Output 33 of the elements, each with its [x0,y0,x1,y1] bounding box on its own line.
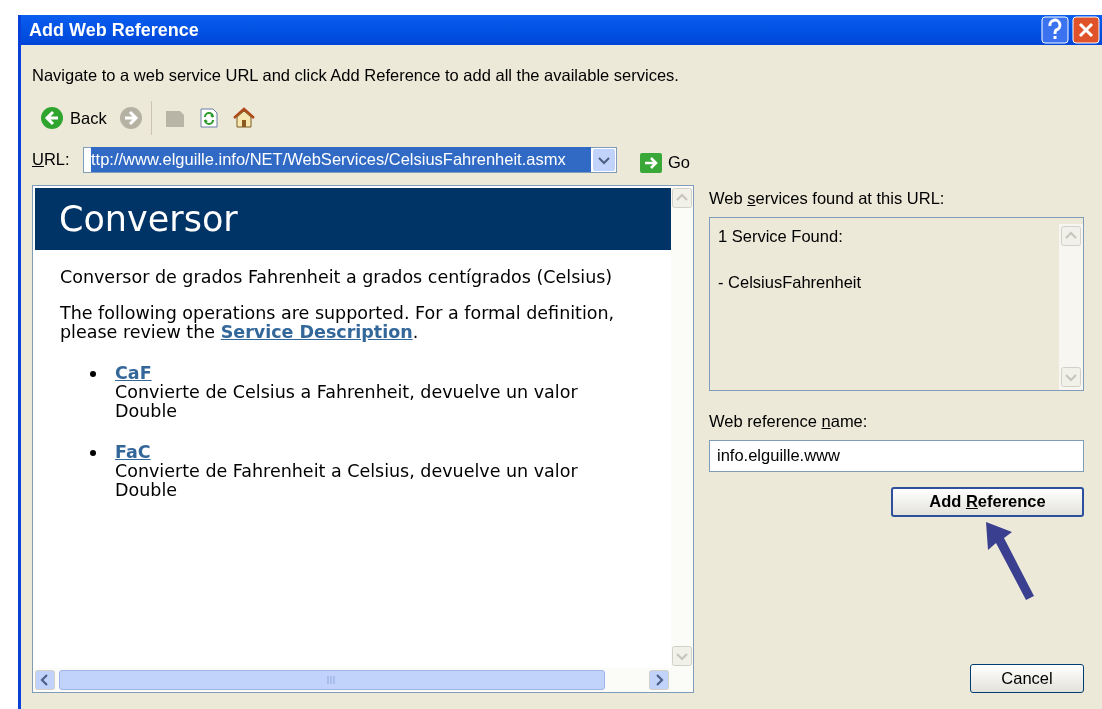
service-description-link[interactable]: Service Description [220,322,413,342]
scroll-up-icon[interactable] [672,188,692,208]
cancel-button[interactable]: Cancel [970,664,1084,693]
services-label: Web services found at this URL: [709,188,946,209]
scroll-down-icon[interactable] [1061,366,1081,387]
reference-name-label: Web reference name: [709,410,869,432]
scroll-up-icon[interactable] [1061,225,1081,246]
help-icon[interactable] [1041,16,1069,44]
operation-description: Convierte de Celsius a Fahrenheit, devuelve un valor Double [115,383,579,421]
add-reference-button[interactable]: Add Reference [891,486,1084,517]
services-line: 1 Service Found: [718,225,843,247]
vertical-scrollbar[interactable] [671,186,693,668]
reference-name-field[interactable]: info.elguille.www [709,439,1084,472]
window-title: Add Web Reference [29,18,199,42]
operations-intro: The following operations are supported. For a formal definition, please review the Service Description. [60,304,616,342]
back-button[interactable]: Back [36,104,111,132]
services-line: - CelsiusFahrenheit [718,271,862,293]
home-icon [231,106,256,130]
close-icon[interactable] [1072,16,1100,44]
bullet-icon [90,371,96,377]
scroll-left-icon[interactable] [35,670,55,690]
url-label: URL: [32,149,71,171]
description-text: Conversor de grados Fahrenheit a grados centígrados (Celsius) [60,268,614,287]
operation-description: Convierte de Fahrenheit a Celsius, devuelve un valor Double [115,462,579,500]
scroll-right-icon[interactable] [649,670,669,690]
refresh-icon [197,107,220,129]
bullet-icon [90,450,96,456]
instructions-text: Navigate to a web service URL and click Add Reference to add all the available services. [32,65,680,83]
go-button[interactable]: Go [640,150,690,175]
operation-link[interactable]: FaC [115,443,151,462]
url-field[interactable]: ttp://www.elguille.info/NET/WebServices/CelsiusFahrenheit.asmx [83,146,617,173]
operation-link[interactable]: CaF [115,364,152,383]
page-heading: Conversor [59,197,238,241]
